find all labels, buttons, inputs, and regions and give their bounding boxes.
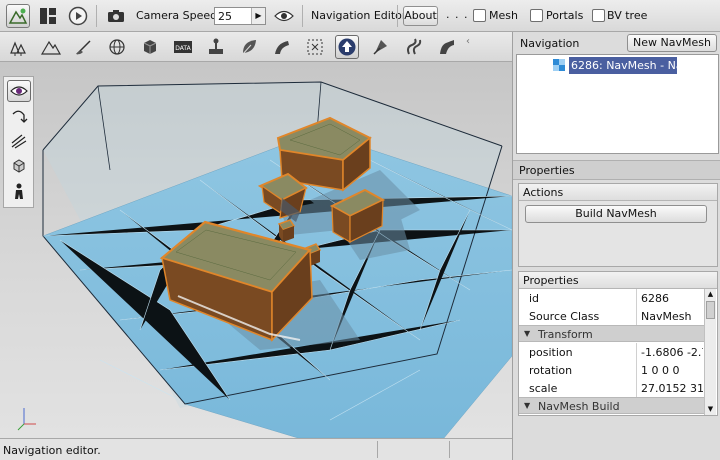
property-row-source-class[interactable]: Source Class NavMesh [519,307,707,325]
camera-icon[interactable] [104,4,128,28]
tree-item-navmesh[interactable]: 6286: NavMesh - Nav [569,57,677,74]
navigation-icon[interactable] [335,35,359,59]
globe-icon[interactable] [105,35,129,59]
mesh-checkbox[interactable] [473,9,486,22]
person-icon[interactable] [7,180,31,202]
mesh-road-icon[interactable] [435,35,459,59]
navmesh-build-group-header[interactable]: ▼ NavMesh Build [519,397,707,414]
collapse-arrow-icon: ▼ [524,401,531,410]
property-key: Source Class [529,310,600,323]
collapse-arrow-icon: ▼ [524,329,531,338]
scrollbar-thumb[interactable] [706,301,715,319]
cube-icon[interactable] [138,35,162,59]
data-icon[interactable]: DATA [171,35,195,59]
new-navmesh-button[interactable]: New NavMesh [627,34,717,52]
camera-speed-label: Camera Speed [136,9,218,22]
brush-icon[interactable] [7,130,31,152]
brush-icon[interactable] [72,35,96,59]
property-key: position [529,346,573,359]
property-key: rotation [529,364,573,377]
road-icon[interactable] [270,35,294,59]
terrain-icon[interactable] [39,35,63,59]
mesh-checkbox-label: Mesh [489,9,518,22]
property-value: 6286 [641,292,669,305]
viewport-tool-palette [3,76,34,208]
toolbar-overflow-icon[interactable]: ‹ [466,36,474,58]
properties-panel-title: Properties [519,164,575,177]
scroll-down-icon[interactable]: ▼ [706,405,715,414]
property-row-rotation[interactable]: rotation 1 0 0 0 [519,361,707,379]
scroll-up-icon[interactable]: ▲ [706,290,715,299]
property-row-id[interactable]: id 6286 [519,289,707,307]
inspector-panel: Navigation New NavMesh 6286: NavMesh - N… [512,32,720,460]
property-row-scale[interactable]: scale 27.0152 31.1 [519,379,707,397]
portals-checkbox[interactable] [530,9,543,22]
bvtree-checkbox-label: BV tree [607,9,648,22]
portals-checkbox-label: Portals [546,9,584,22]
status-text: Navigation editor. [3,444,101,457]
world-editor-icon[interactable] [6,4,30,28]
main-toolbar: Camera Speed 25 ▶ Navigation Editor Abou… [0,0,720,32]
editor-tool-strip: DATA ‹ [0,32,512,62]
navmesh-icon [553,59,565,71]
properties-grid-section: Properties id 6286 Source Class NavMesh … [518,271,718,416]
actions-title: Actions [519,184,717,201]
status-bar: Navigation editor. [0,438,512,460]
property-value: -1.6806 -2.7 [641,346,703,359]
properties-grid-title: Properties [519,272,717,289]
gui-editor-icon[interactable] [36,4,60,28]
play-icon[interactable] [66,4,90,28]
select-icon[interactable] [303,35,327,59]
property-value: 27.0152 31.1 [641,382,703,395]
joystick-icon[interactable] [204,35,228,59]
camera-speed-value: 25 [218,10,232,23]
visibility-eye-icon[interactable] [272,4,296,28]
cube-edit-icon[interactable] [7,155,31,177]
group-title: NavMesh Build [538,400,620,413]
property-grid: id 6286 Source Class NavMesh ▼ Transform… [519,289,717,415]
river-icon[interactable] [402,35,426,59]
property-key: id [529,292,540,305]
navmesh-scene [17,81,512,438]
leaf-icon[interactable] [237,35,261,59]
property-row-position[interactable]: position -1.6806 -2.7 [519,343,707,361]
tree-icon[interactable] [6,35,30,59]
actions-section: Actions Build NavMesh [518,183,718,267]
transform-group-header[interactable]: ▼ Transform [519,325,707,342]
decal-icon[interactable] [369,35,393,59]
more-options-button[interactable]: . . . [446,8,468,21]
group-title: Transform [538,328,593,341]
rotate-icon[interactable] [7,105,31,127]
property-grid-scrollbar[interactable]: ▲ ▼ [704,289,716,415]
scene-viewport[interactable] [0,62,512,438]
eye-icon[interactable] [7,80,31,102]
property-value: NavMesh [641,310,692,323]
property-key: scale [529,382,558,395]
axis-gizmo [17,408,36,431]
property-value: 1 0 0 0 [641,364,680,377]
navmesh-tree: 6286: NavMesh - Nav [516,54,719,154]
camera-speed-input[interactable]: 25 ▶ [214,7,266,25]
bvtree-checkbox[interactable] [592,9,605,22]
properties-header-bar: Properties [513,160,720,180]
build-navmesh-button[interactable]: Build NavMesh [525,205,707,223]
editor-name-label: Navigation Editor [311,9,407,22]
increment-arrow-icon[interactable]: ▶ [251,8,265,24]
about-button[interactable]: About [403,6,438,26]
data-icon-text: DATA [175,45,191,52]
